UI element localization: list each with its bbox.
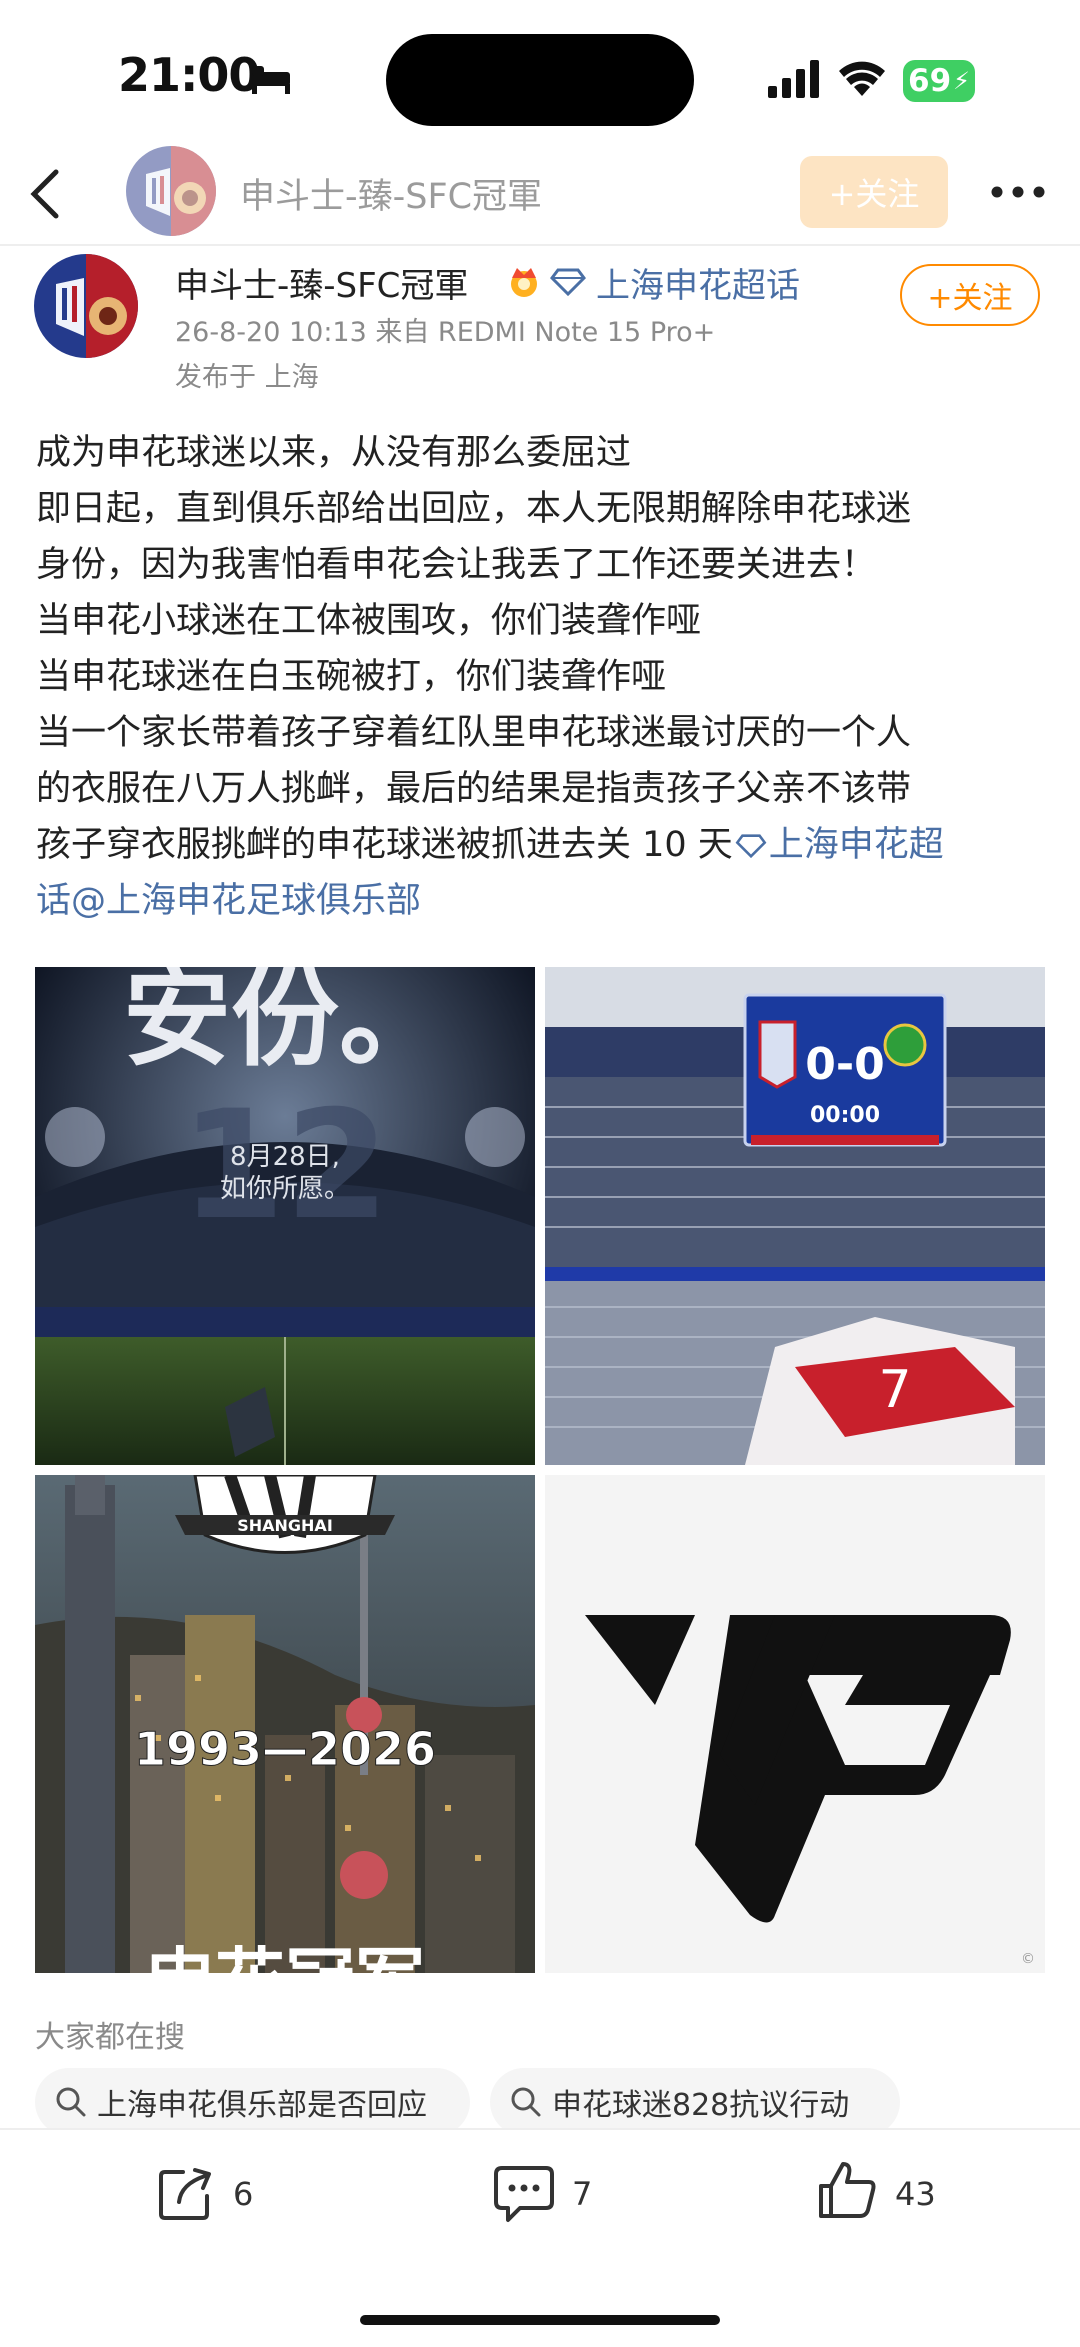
share-button[interactable]: 6 <box>155 2160 305 2230</box>
img1-slogan: 如你所愿。 <box>220 1174 350 1204</box>
signal-icon <box>768 60 820 102</box>
inline-diamond-icon <box>735 834 767 859</box>
header-avatar[interactable] <box>126 146 216 236</box>
mention-link[interactable]: @上海申花足球俱乐部 <box>71 881 421 921</box>
crown-badge-icon <box>506 262 542 302</box>
share-icon <box>159 2168 211 2220</box>
status-time: 21:00 <box>118 48 260 102</box>
post-location: 发布于 上海 <box>175 362 319 393</box>
author-avatar[interactable] <box>34 254 138 358</box>
home-indicator[interactable] <box>360 2315 720 2325</box>
post-image-2[interactable]: 0-0 00:00 7 <box>545 967 1045 1465</box>
search-chip-2[interactable]: 申花球迷828抗议行动 <box>490 2068 900 2136</box>
img3-bottom-text: 申花冠军 <box>145 1940 425 1973</box>
body-text: 孩子穿衣服挑衅的申花球迷被抓进去关 10 天 <box>36 825 733 865</box>
post-image-3[interactable]: SHANGHAI 1993—2026 申花冠军 <box>35 1475 535 1973</box>
search-chip-1[interactable]: 上海申花俱乐部是否回应 <box>35 2068 470 2136</box>
inline-topic-link-cont[interactable]: 话 <box>36 881 71 921</box>
comment-icon <box>494 2166 554 2222</box>
scoreboard-clock: 00:00 <box>810 1103 880 1128</box>
badge-text: SHANGHAI <box>237 1516 333 1535</box>
search-icon <box>511 2087 541 2117</box>
post-image-4[interactable]: © <box>545 1475 1045 1973</box>
body-line: 身份，因为我害怕看申花会让我丢了工作还要关进去！ <box>36 545 877 585</box>
svg-text:©: © <box>1021 1951 1035 1967</box>
body-line: 当申花球迷在白玉碗被打，你们装聋作哑 <box>36 657 667 697</box>
wifi-icon <box>838 58 886 102</box>
header-title: 申斗士-臻-SFC冠軍 <box>240 177 543 217</box>
bottom-divider <box>0 2128 1080 2130</box>
author-name[interactable]: 申斗士-臻-SFC冠軍 <box>175 258 468 307</box>
back-icon[interactable] <box>24 166 64 226</box>
post-image-1[interactable]: 12 安份。 8月28日, 如你所愿。 <box>35 967 535 1465</box>
body-line: 当一个家长带着孩子穿着红队里申花球迷最讨厌的一个人 <box>36 713 912 753</box>
search-chip-label: 上海申花俱乐部是否回应 <box>97 2088 427 2123</box>
search-section-title: 大家都在搜 <box>35 2020 185 2055</box>
img1-date: 8月28日, <box>230 1142 340 1172</box>
more-options-icon[interactable] <box>990 184 1046 203</box>
scoreboard-score: 0-0 <box>805 1039 885 1090</box>
img1-title: 安份。 <box>123 967 447 1081</box>
header-divider <box>0 244 1080 246</box>
like-count: 43 <box>895 2175 936 2213</box>
follow-button[interactable]: +关注 <box>900 264 1040 326</box>
body-line: 即日起，直到俱乐部给出回应，本人无限期解除申花球迷 <box>36 489 912 529</box>
sleep-mode-icon <box>250 62 292 100</box>
search-chip-label: 申花球迷828抗议行动 <box>552 2088 850 2123</box>
img3-years: 1993—2026 <box>134 1722 436 1776</box>
supertopic-diamond-icon <box>550 268 586 300</box>
body-line-last: 孩子穿衣服挑衅的申花球迷被抓进去关 10 天上海申花超 <box>36 817 1048 873</box>
share-count: 6 <box>233 2175 254 2213</box>
comment-button[interactable]: 7 <box>492 2160 642 2230</box>
search-icon <box>56 2087 86 2117</box>
header-follow-button[interactable]: +关注 <box>800 156 948 228</box>
battery-indicator: 69 ⚡ <box>903 60 975 102</box>
like-button[interactable]: 43 <box>815 2158 975 2228</box>
topic-link[interactable]: 上海申花超话 <box>596 258 800 307</box>
comment-count: 7 <box>572 2175 593 2213</box>
post-meta: 26-8-20 10:13 来自 REDMI Note 15 Pro+ <box>175 317 716 348</box>
body-line: 当申花小球迷在工体被围攻，你们装聋作哑 <box>36 601 702 641</box>
body-line: 的衣服在八万人挑衅，最后的结果是指责孩子父亲不该带 <box>36 769 912 809</box>
dynamic-island <box>386 34 694 126</box>
thumbs-up-icon <box>819 2162 876 2218</box>
body-line: 成为申花球迷以来，从没有那么委屈过 <box>36 433 632 473</box>
post-body: 成为申花球迷以来，从没有那么委屈过 即日起，直到俱乐部给出回应，本人无限期解除申… <box>36 425 1048 929</box>
inline-topic-link[interactable]: 上海申花超 <box>769 825 944 865</box>
shirt-number: 7 <box>878 1360 911 1420</box>
